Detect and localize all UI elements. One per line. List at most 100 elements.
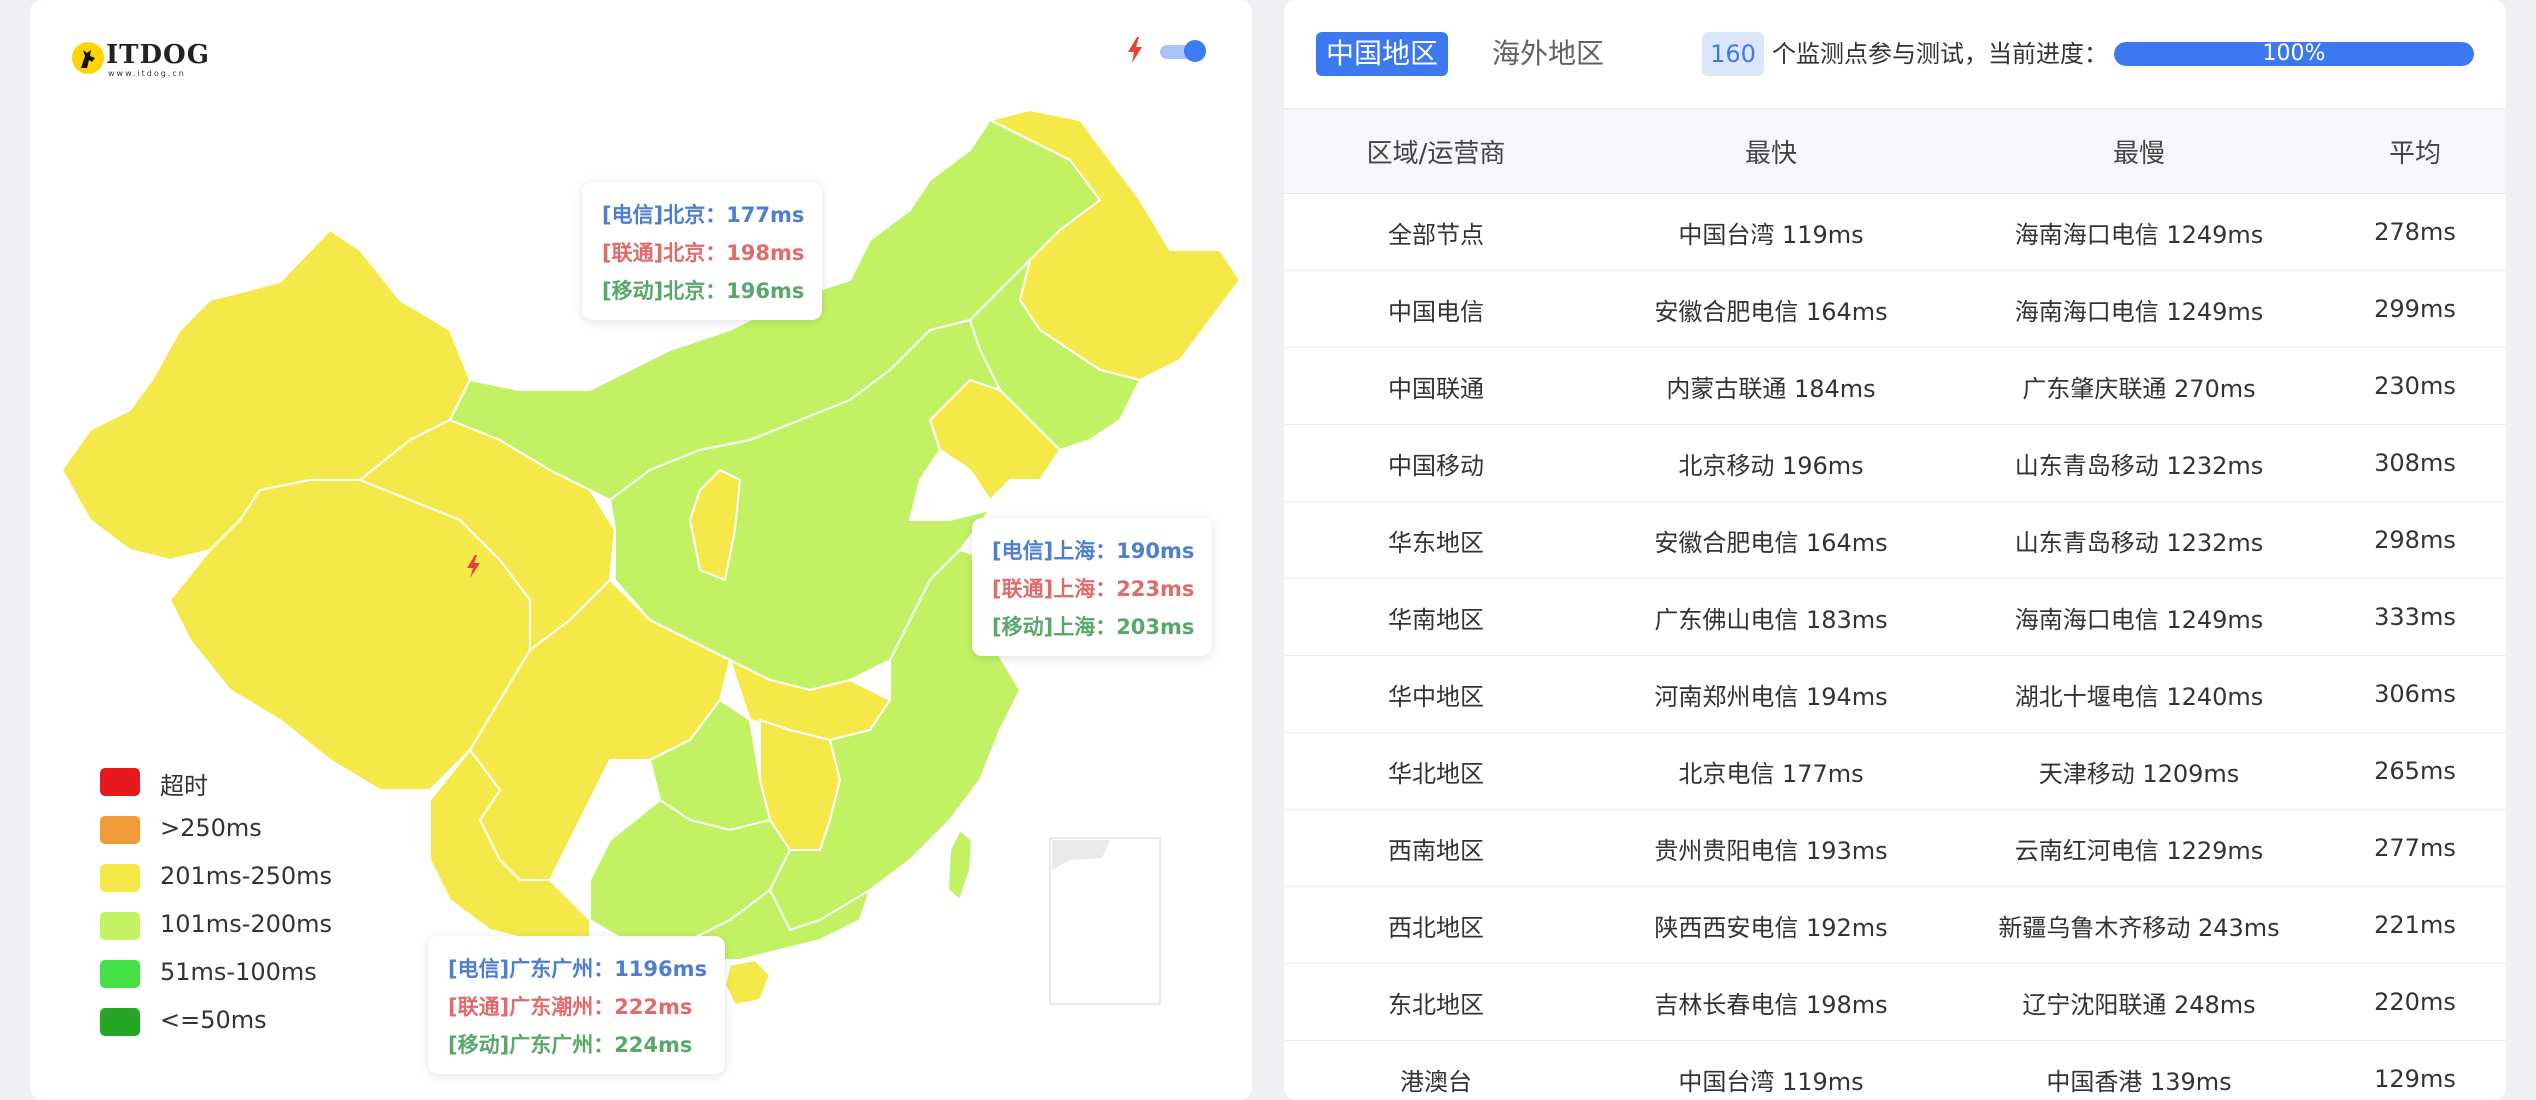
map-panel: ITDOG www.itdog.cn [电信]北京：177ms [联通]北京：1… (30, 0, 1252, 1100)
cell-average: 278ms (2324, 193, 2506, 271)
header-slowest[interactable]: 最慢 (1954, 108, 2324, 194)
legend-swatch (100, 768, 140, 796)
cell-slowest: 天津移动 1209ms (1954, 732, 2324, 810)
cell-average: 265ms (2324, 732, 2506, 810)
legend-swatch (100, 960, 140, 988)
legend-label: 201ms-250ms (160, 862, 333, 890)
tooltip-line-unicom: [联通]北京：198ms (602, 241, 805, 265)
legend-label: >250ms (160, 814, 262, 842)
legend-label: <=50ms (160, 1006, 267, 1034)
cell-slowest: 山东青岛移动 1232ms (1954, 501, 2324, 579)
table-row[interactable]: 华北地区 北京电信 177ms 天津移动 1209ms 265ms (1284, 732, 2506, 810)
region-hainan[interactable] (723, 958, 772, 1007)
legend-label: 51ms-100ms (160, 958, 317, 986)
header-average[interactable]: 平均 (2324, 108, 2506, 194)
progress-bar: 100% (2114, 42, 2474, 66)
cell-fastest: 北京电信 177ms (1588, 732, 1954, 810)
cell-region: 东北地区 (1284, 963, 1588, 1041)
progress-percent: 100% (2262, 42, 2326, 66)
cell-slowest: 新疆乌鲁木齐移动 243ms (1954, 886, 2324, 964)
tooltip-line-mobile: [移动]北京：196ms (602, 279, 805, 303)
tooltip-line-telecom: [电信]上海：190ms (992, 539, 1195, 563)
south-china-sea-inset (1049, 837, 1161, 1005)
cell-fastest: 广东佛山电信 183ms (1588, 578, 1954, 656)
header-fastest[interactable]: 最快 (1588, 108, 1954, 194)
cell-average: 298ms (2324, 501, 2506, 579)
cell-average: 221ms (2324, 886, 2506, 964)
cell-fastest: 陕西西安电信 192ms (1588, 886, 1954, 964)
cell-slowest: 海南海口电信 1249ms (1954, 270, 2324, 348)
table-row[interactable]: 中国联通 内蒙古联通 184ms 广东肇庆联通 270ms 230ms (1284, 347, 2506, 425)
cell-average: 333ms (2324, 578, 2506, 656)
table-row[interactable]: 东北地区 吉林长春电信 198ms 辽宁沈阳联通 248ms 220ms (1284, 963, 2506, 1041)
cell-fastest: 吉林长春电信 198ms (1588, 963, 1954, 1041)
tooltip-line-unicom: [联通]上海：223ms (992, 577, 1195, 601)
tab-china[interactable]: 中国地区 (1316, 32, 1449, 76)
cell-slowest: 山东青岛移动 1232ms (1954, 424, 2324, 502)
cell-region: 港澳台 (1284, 1040, 1588, 1100)
cell-average: 308ms (2324, 424, 2506, 502)
cell-region: 中国移动 (1284, 424, 1588, 502)
table-row[interactable]: 华南地区 广东佛山电信 183ms 海南海口电信 1249ms 333ms (1284, 578, 2506, 656)
cell-average: 299ms (2324, 270, 2506, 348)
cell-slowest: 中国香港 139ms (1954, 1040, 2324, 1100)
tooltip-line-telecom: [电信]广东广州：1196ms (448, 957, 708, 981)
cell-slowest: 海南海口电信 1249ms (1954, 193, 2324, 271)
cell-region: 西北地区 (1284, 886, 1588, 964)
table-row[interactable]: 全部节点 中国台湾 119ms 海南海口电信 1249ms 278ms (1284, 193, 2506, 271)
cell-region: 西南地区 (1284, 809, 1588, 887)
cell-average: 277ms (2324, 809, 2506, 887)
cell-fastest: 中国台湾 119ms (1588, 1040, 1954, 1100)
cell-region: 中国电信 (1284, 270, 1588, 348)
cell-fastest: 贵州贵阳电信 193ms (1588, 809, 1954, 887)
cell-fastest: 河南郑州电信 194ms (1588, 655, 1954, 733)
legend-label: 超时 (160, 772, 208, 800)
tab-overseas[interactable]: 海外地区 (1482, 32, 1614, 76)
legend-swatch (100, 912, 140, 940)
cell-slowest: 辽宁沈阳联通 248ms (1954, 963, 2324, 1041)
cell-average: 230ms (2324, 347, 2506, 425)
tooltip-shanghai: [电信]上海：190ms [联通]上海：223ms [移动]上海：203ms (972, 518, 1213, 656)
cell-region: 华中地区 (1284, 655, 1588, 733)
tooltip-line-mobile: [移动]广东广州：224ms (448, 1033, 693, 1057)
cell-region: 中国联通 (1284, 347, 1588, 425)
table-row[interactable]: 中国电信 安徽合肥电信 164ms 海南海口电信 1249ms 299ms (1284, 270, 2506, 348)
cell-slowest: 云南红河电信 1229ms (1954, 809, 2324, 887)
cell-region: 全部节点 (1284, 193, 1588, 271)
cell-region: 华南地区 (1284, 578, 1588, 656)
table-row[interactable]: 西北地区 陕西西安电信 192ms 新疆乌鲁木齐移动 243ms 221ms (1284, 886, 2506, 964)
region-taiwan[interactable] (946, 828, 974, 902)
header-region[interactable]: 区域/运营商 (1284, 108, 1588, 194)
table-row[interactable]: 港澳台 中国台湾 119ms 中国香港 139ms 129ms (1284, 1040, 2506, 1100)
results-table-body: 全部节点 中国台湾 119ms 海南海口电信 1249ms 278ms 中国电信 安徽合肥… (1284, 193, 2506, 1100)
tooltip-beijing: [电信]北京：177ms [联通]北京：198ms [移动]北京：196ms (582, 182, 823, 320)
table-row[interactable]: 华东地区 安徽合肥电信 164ms 山东青岛移动 1232ms 298ms (1284, 501, 2506, 579)
cell-average: 129ms (2324, 1040, 2506, 1100)
monitor-count-badge: 160 (1702, 32, 1764, 76)
progress-label: 个监测点参与测试，当前进度： (1772, 40, 2108, 68)
cell-slowest: 广东肇庆联通 270ms (1954, 347, 2324, 425)
cell-fastest: 安徽合肥电信 164ms (1588, 501, 1954, 579)
legend-label: 101ms-200ms (160, 910, 333, 938)
legend-swatch (100, 864, 140, 892)
legend-swatch (100, 1008, 140, 1036)
cell-fastest: 内蒙古联通 184ms (1588, 347, 1954, 425)
cell-fastest: 中国台湾 119ms (1588, 193, 1954, 271)
tooltip-line-mobile: [移动]上海：203ms (992, 615, 1195, 639)
cell-region: 华北地区 (1284, 732, 1588, 810)
cell-slowest: 海南海口电信 1249ms (1954, 578, 2324, 656)
table-header-row: 区域/运营商 最快 最慢 平均 (1284, 108, 2506, 194)
results-panel: 中国地区 海外地区 160 个监测点参与测试，当前进度： 100% 区域/运营商… (1284, 0, 2506, 1100)
cell-average: 220ms (2324, 963, 2506, 1041)
table-row[interactable]: 华中地区 河南郑州电信 194ms 湖北十堰电信 1240ms 306ms (1284, 655, 2506, 733)
table-row[interactable]: 中国移动 北京移动 196ms 山东青岛移动 1232ms 308ms (1284, 424, 2506, 502)
tooltip-line-telecom: [电信]北京：177ms (602, 203, 805, 227)
results-table: 区域/运营商 最快 最慢 平均 全部节点 中国台湾 119ms 海南海口电信 124… (1284, 108, 2506, 1100)
cell-region: 华东地区 (1284, 501, 1588, 579)
legend-swatch (100, 816, 140, 844)
tooltip-line-unicom: [联通]广东潮州：222ms (448, 995, 693, 1019)
cell-slowest: 湖北十堰电信 1240ms (1954, 655, 2324, 733)
table-row[interactable]: 西南地区 贵州贵阳电信 193ms 云南红河电信 1229ms 277ms (1284, 809, 2506, 887)
cell-average: 306ms (2324, 655, 2506, 733)
cell-fastest: 安徽合肥电信 164ms (1588, 270, 1954, 348)
